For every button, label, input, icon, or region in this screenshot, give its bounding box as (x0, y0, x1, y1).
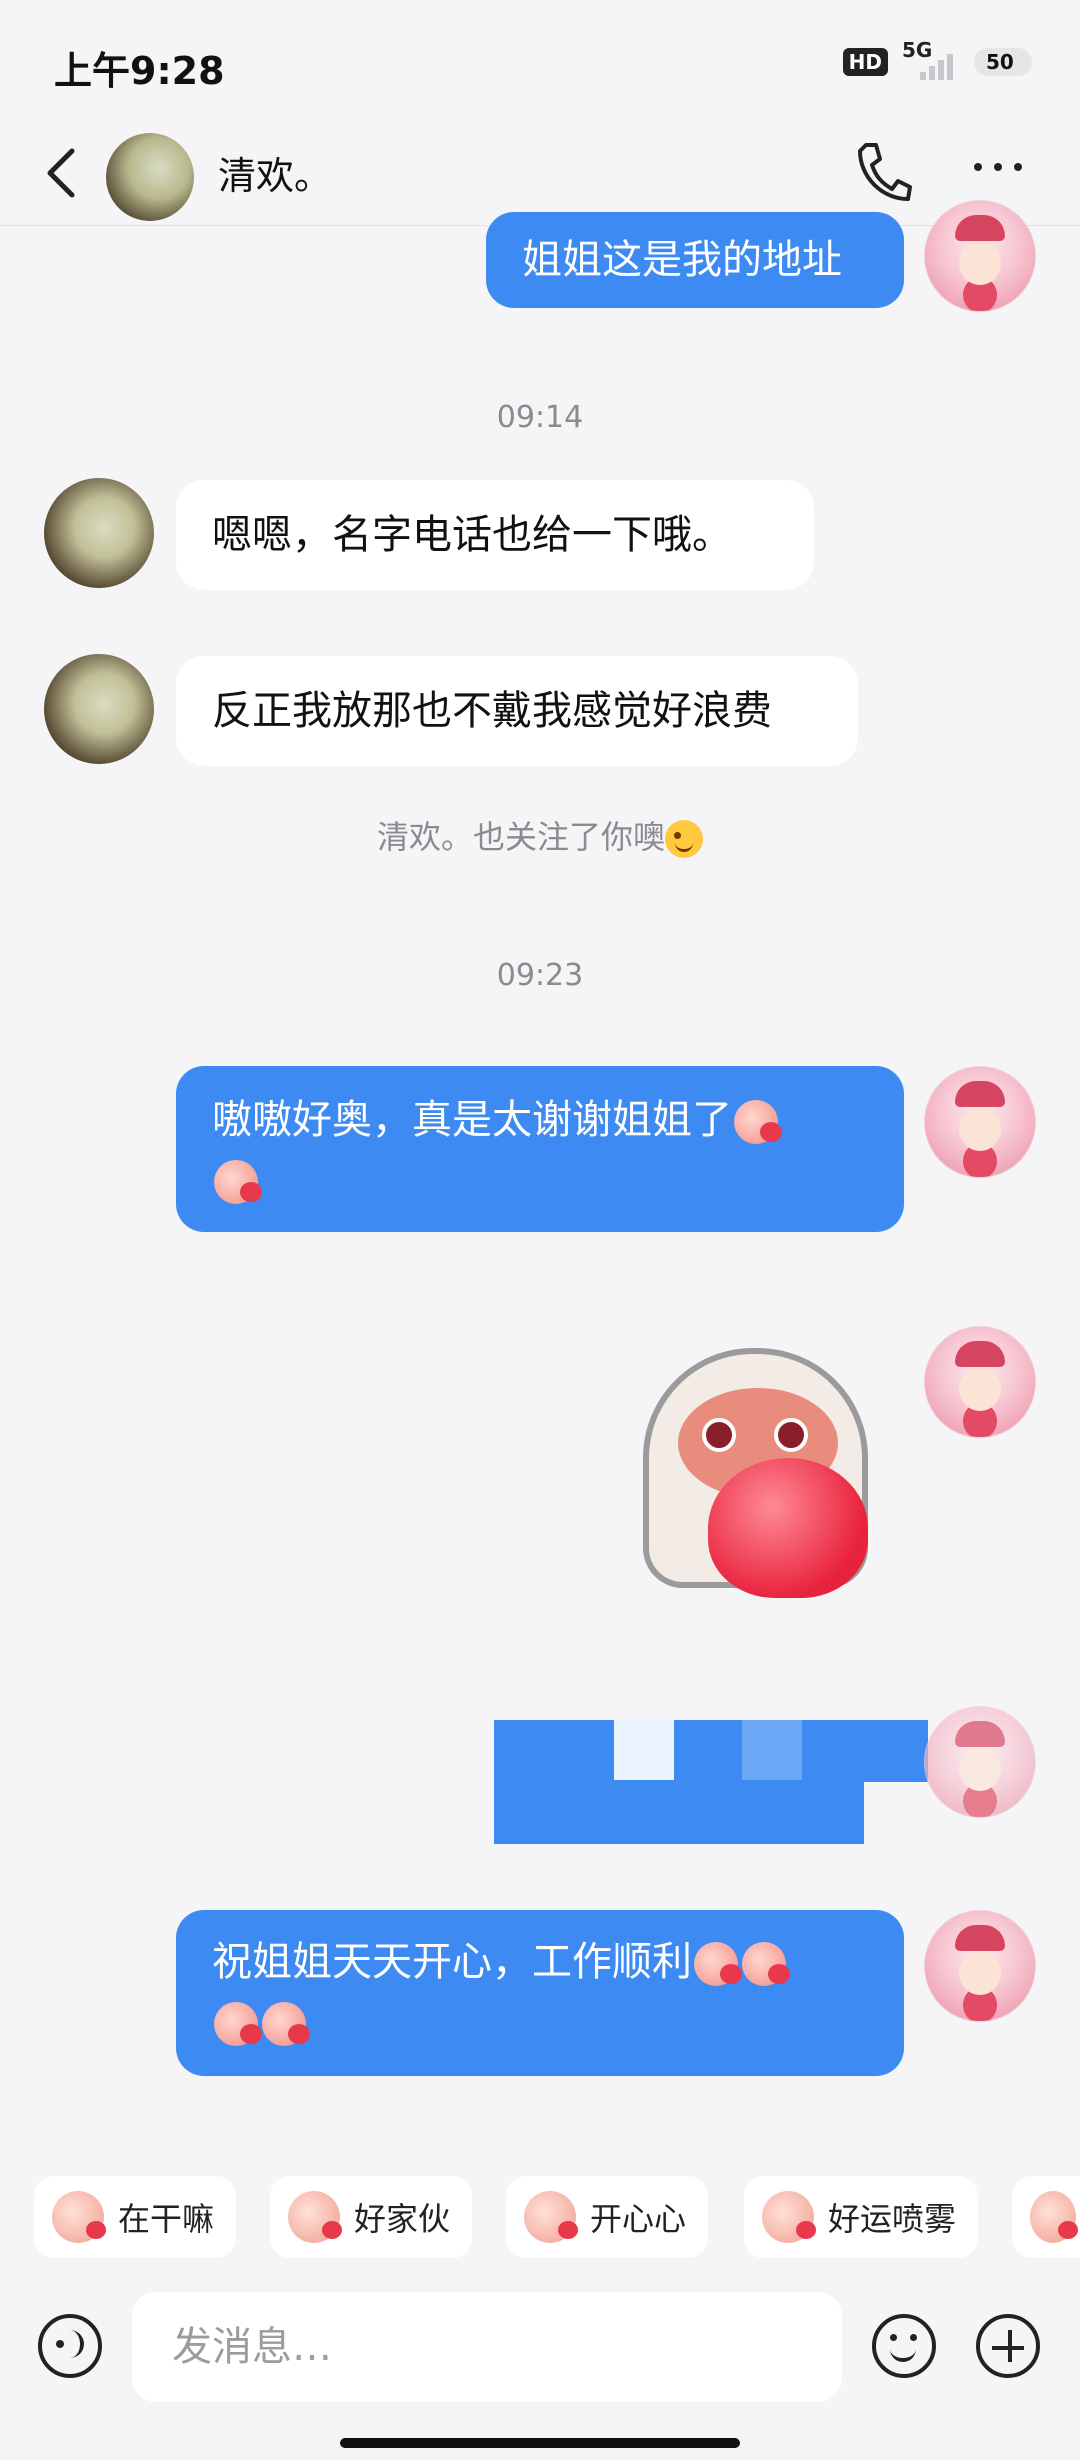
status-icons: HD 5G 50 (842, 38, 1032, 80)
status-time: 上午9:28 (54, 49, 225, 93)
peach-kiss-emoji-icon (742, 1942, 790, 1986)
message-text: 祝姐姐天天开心，工作顺利 (212, 1939, 692, 1985)
chat-header: 清欢。 (0, 125, 1080, 226)
message-incoming[interactable]: 反正我放那也不戴我感觉好浪费 (176, 656, 858, 766)
more-options-icon[interactable] (974, 163, 1022, 171)
sticker-icon (1030, 2191, 1078, 2243)
back-arrow-icon[interactable] (42, 143, 82, 203)
contact-name[interactable]: 清欢。 (218, 145, 332, 200)
sticker-icon (524, 2191, 578, 2243)
message-text: 嗯嗯，名字电话也给一下哦。 (212, 512, 732, 558)
my-avatar[interactable] (924, 1910, 1036, 2022)
hd-badge: HD (842, 48, 888, 76)
heart-hug-sticker[interactable] (628, 1348, 888, 1598)
sticker-icon (52, 2191, 106, 2243)
signal-icon: 5G (902, 38, 960, 80)
peach-kiss-emoji-icon (734, 1100, 782, 1144)
peach-angry-emoji-icon (262, 2002, 310, 2046)
my-avatar[interactable] (924, 1066, 1036, 1178)
message-incoming[interactable]: 嗯嗯，名字电话也给一下哦。 (176, 480, 814, 590)
home-indicator[interactable] (340, 2438, 740, 2448)
quick-sticker-chip[interactable]: 在干嘛 (34, 2176, 237, 2258)
status-bar: 上午9:28 HD 5G 50 (0, 0, 1080, 125)
battery-icon: 50 (974, 48, 1032, 76)
message-outgoing[interactable]: 姐姐这是我的地址 (486, 212, 904, 308)
contact-avatar[interactable] (106, 133, 194, 221)
system-notice: 清欢。也关注了你噢 (0, 812, 1080, 858)
input-bar: 发消息… (0, 2278, 1080, 2460)
quick-sticker-chip[interactable] (1012, 2176, 1080, 2258)
peach-kiss-emoji-icon (214, 1160, 262, 1204)
message-text: 反正我放那也不戴我感觉好浪费 (212, 688, 772, 734)
voice-input-icon[interactable] (38, 2314, 102, 2378)
timestamp: 09:14 (496, 400, 584, 435)
quick-sticker-bar: 在干嘛 好家伙 开心心 好运喷雾 (0, 2148, 1080, 2278)
battery-level: 50 (986, 50, 1014, 74)
quick-sticker-chip[interactable]: 好家伙 (270, 2176, 473, 2258)
my-avatar[interactable] (924, 1326, 1036, 1438)
message-text: 嗷嗷好奥，真是太谢谢姐姐了 (212, 1097, 732, 1143)
input-placeholder: 发消息… (172, 2324, 332, 2370)
add-more-icon[interactable] (976, 2314, 1040, 2378)
my-avatar[interactable] (924, 1706, 1036, 1818)
chip-label: 好运喷雾 (828, 2200, 957, 2238)
blurred-message[interactable] (494, 1720, 930, 1844)
message-text: 姐姐这是我的地址 (522, 237, 842, 283)
chip-label: 开心心 (590, 2200, 687, 2238)
my-avatar[interactable] (924, 200, 1036, 312)
chip-label: 在干嘛 (118, 2200, 215, 2238)
wink-emoji-icon (665, 820, 703, 858)
emoji-icon[interactable] (872, 2314, 936, 2378)
timestamp: 09:23 (496, 958, 584, 993)
message-outgoing[interactable]: 嗷嗷好奥，真是太谢谢姐姐了 (176, 1066, 904, 1232)
message-outgoing[interactable]: 祝姐姐天天开心，工作顺利 (176, 1910, 904, 2076)
peach-kiss-emoji-icon (694, 1942, 742, 1986)
quick-sticker-chip[interactable]: 好运喷雾 (744, 2176, 979, 2258)
system-notice-text: 清欢。也关注了你噢 (376, 818, 665, 856)
chip-label: 好家伙 (354, 2200, 451, 2238)
quick-sticker-chip[interactable]: 开心心 (506, 2176, 709, 2258)
message-input[interactable]: 发消息… (132, 2292, 842, 2402)
phone-call-icon[interactable] (852, 137, 912, 207)
contact-avatar[interactable] (44, 478, 154, 588)
sticker-icon (762, 2191, 816, 2243)
contact-avatar[interactable] (44, 654, 154, 764)
sticker-icon (288, 2191, 342, 2243)
peach-angry-emoji-icon (214, 2002, 262, 2046)
